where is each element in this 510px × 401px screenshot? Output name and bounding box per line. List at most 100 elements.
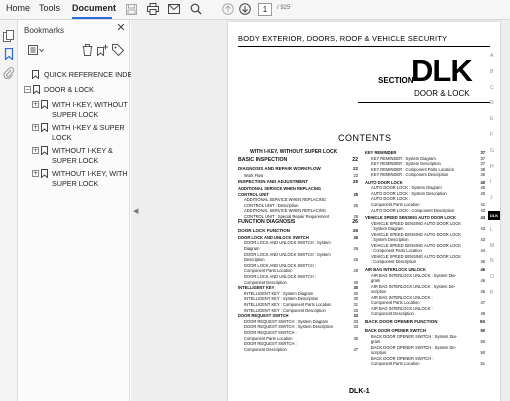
toc-entry[interactable]: Component Parts Location 28 [244, 268, 358, 273]
toc-entry[interactable]: AIR BAG INTERLOCK UNLOCK : [371, 306, 485, 311]
collapse-icon[interactable]: − [24, 86, 31, 93]
print-icon[interactable] [146, 2, 160, 16]
toc-entry[interactable]: Component Description 30 [244, 280, 358, 285]
page-up-icon[interactable] [221, 2, 235, 16]
index-tab[interactable]: L [490, 227, 493, 233]
toc-entry[interactable]: WITH I-KEY, WITHOUT SUPER LOCK [250, 149, 358, 155]
toc-entry[interactable]: DOOR LOCK FUNCTION 26 [238, 228, 358, 233]
toc-entry[interactable]: gram 50 [371, 339, 485, 344]
new-bookmark-icon[interactable] [95, 43, 109, 57]
toc-entry[interactable]: DOOR REQUEST SWITCH : [244, 330, 358, 335]
pages-icon[interactable] [3, 29, 15, 42]
toc-entry[interactable]: KEY REMINDER 37 [365, 150, 485, 155]
toc-entry[interactable]: scription 50 [371, 350, 485, 355]
bookmark-tag-icon[interactable] [111, 43, 125, 57]
index-tab[interactable]: C [490, 85, 494, 91]
expand-icon[interactable]: + [32, 124, 39, 131]
toc-entry[interactable]: INTELLIGENT KEY : Component Description 3… [244, 308, 358, 313]
mail-icon[interactable] [167, 2, 181, 16]
toc-entry[interactable]: AUTO DOOR LOCK : System Description 40 [371, 191, 485, 196]
toc-entry[interactable]: AUTO DOOR LOCK 40 [365, 180, 485, 185]
close-icon[interactable]: ✕ [116, 23, 126, 34]
toc-entry[interactable]: KEY REMINDER : Component Parts Location 3… [371, 167, 485, 172]
toc-entry[interactable]: AUTO DOOR LOCK : Component Description 43 [371, 208, 485, 213]
delete-icon[interactable] [80, 43, 94, 57]
toc-entry[interactable]: Diagram 26 [244, 246, 358, 251]
index-tab[interactable]: A [490, 53, 493, 59]
bookmark-icon[interactable] [3, 47, 15, 61]
expand-icon[interactable]: + [32, 147, 39, 154]
toc-entry[interactable]: AUTO DOOR LOCK : System Diagram 40 [371, 185, 485, 190]
toc-entry[interactable]: Component Parts Location 35 [244, 336, 358, 341]
toc-entry[interactable]: VEHICLE SPEED SENSING AUTO DOOR LOCK [371, 254, 485, 259]
index-tab[interactable]: DLK [488, 211, 500, 220]
toc-entry[interactable]: AIR BAG INTERLOCK UNLOCK 46 [365, 267, 485, 272]
menu-tools[interactable]: Tools [39, 3, 60, 13]
toc-entry[interactable]: BACK DOOR OPENER SWITCH : System De- [371, 345, 485, 350]
toc-entry[interactable]: INTELLIGENT KEY : Component Parts Locati… [244, 302, 358, 307]
toc-entry[interactable]: DIAGNOSIS AND REPAIR WORKFLOW 22 [238, 166, 358, 171]
toc-entry[interactable]: DOOR REQUEST SWITCH : System Description… [244, 324, 358, 329]
toc-entry[interactable]: INTELLIGENT KEY 30 [238, 285, 358, 290]
toc-entry[interactable]: FUNCTION DIAGNOSIS 26 [238, 219, 358, 225]
index-tab[interactable]: D [490, 100, 494, 106]
toc-entry[interactable]: AIR BAG INTERLOCK UNLOCK : System Dia- [371, 273, 485, 278]
toc-entry[interactable]: Description 26 [244, 257, 358, 262]
index-tab[interactable]: P [490, 290, 493, 296]
toc-entry[interactable]: ADDITIONAL SERVICE WHEN REPLACING [244, 208, 358, 213]
toc-entry[interactable]: DOOR REQUEST SWITCH : System Diagram 33 [244, 319, 358, 324]
toc-entry[interactable]: BACK DOOR OPENER SWITCH : [371, 356, 485, 361]
toc-entry[interactable]: DOOR LOCK AND UNLOCK SWITCH : System [244, 252, 358, 257]
toc-entry[interactable]: KEY REMINDER : System Description 37 [371, 161, 485, 166]
toc-entry[interactable]: DOOR LOCK AND UNLOCK SWITCH : System [244, 240, 358, 245]
options-menu-icon[interactable] [27, 43, 45, 57]
toc-entry[interactable]: : System Diagram 43 [371, 226, 485, 231]
toc-entry[interactable]: KEY REMINDER : System Diagram 37 [371, 156, 485, 161]
toc-entry[interactable]: Component Description 49 [371, 311, 485, 316]
toc-entry[interactable]: : Component Parts Location 44 [371, 248, 485, 253]
toc-entry[interactable]: BASIC INSPECTION 22 [238, 157, 358, 163]
index-tab[interactable]: M [490, 243, 494, 249]
toc-entry[interactable]: VEHICLE SPEED SENSING AUTO DOOR LOCK 43 [365, 215, 485, 220]
toc-entry[interactable]: CONTROL UNIT : Description 25 [244, 203, 358, 208]
index-tab[interactable]: E [490, 116, 493, 122]
menu-document[interactable]: Document [72, 3, 116, 13]
toc-entry[interactable]: INTELLIGENT KEY : System Diagram 30 [244, 291, 358, 296]
index-tab[interactable]: G [490, 148, 494, 154]
toc-entry[interactable]: Component Parts Location 41 [371, 202, 485, 207]
index-tab[interactable]: I [490, 179, 491, 185]
save-icon[interactable] [124, 2, 138, 16]
toc-entry[interactable]: : System Description 43 [371, 237, 485, 242]
toc-entry[interactable]: KEY REMINDER : Component Description 40 [371, 172, 485, 177]
index-tab[interactable]: O [490, 274, 494, 280]
toc-entry[interactable]: DOOR REQUEST SWITCH 33 [238, 313, 358, 318]
toc-entry[interactable]: DOOR LOCK AND UNLOCK SWITCH : [244, 263, 358, 268]
toc-entry[interactable]: VEHICLE SPEED SENSING AUTO DOOR LOCK [371, 221, 485, 226]
toc-entry[interactable]: VEHICLE SPEED SENSING AUTO DOOR LOCK [371, 243, 485, 248]
toc-entry[interactable]: Component Parts Location 47 [371, 300, 485, 305]
toc-entry[interactable]: INSPECTION AND ADJUSTMENT 25 [238, 179, 358, 184]
index-tab[interactable]: B [490, 69, 493, 75]
index-tab[interactable]: J [490, 195, 493, 201]
index-tab[interactable]: N [490, 258, 494, 264]
toc-entry[interactable]: AIR BAG INTERLOCK UNLOCK : System De- [371, 284, 485, 289]
index-tab[interactable]: H [490, 164, 494, 170]
page-down-icon[interactable] [238, 2, 252, 16]
toc-entry[interactable]: DOOR LOCK AND UNLOCK SWITCH : [244, 274, 358, 279]
toc-entry[interactable]: AIR BAG INTERLOCK UNLOCK : [371, 295, 485, 300]
toc-entry[interactable]: BACK DOOR OPENER FUNCTION 50 [365, 319, 485, 324]
toc-entry[interactable]: : Component Description 46 [371, 259, 485, 264]
search-icon[interactable] [189, 2, 203, 16]
toc-entry[interactable]: Component Parts Location 51 [371, 361, 485, 366]
toc-entry[interactable]: DOOR LOCK AND UNLOCK SWITCH 26 [238, 235, 358, 240]
page-number-input[interactable]: 1 [258, 3, 272, 16]
toc-entry[interactable]: ADDITIONAL SERVICE WHEN REPLACING [244, 197, 358, 202]
toc-entry[interactable]: scription 46 [371, 289, 485, 294]
toc-entry[interactable]: INTELLIGENT KEY : System Description 30 [244, 296, 358, 301]
toc-entry[interactable]: BACK DOOR OPENER SWITCH 50 [365, 328, 485, 333]
menu-home[interactable]: Home [6, 3, 30, 13]
expand-icon[interactable]: + [32, 170, 39, 177]
toc-entry[interactable]: Work Flow 22 [244, 173, 358, 178]
toc-entry[interactable]: gram 46 [371, 278, 485, 283]
expand-icon[interactable]: + [32, 101, 39, 108]
